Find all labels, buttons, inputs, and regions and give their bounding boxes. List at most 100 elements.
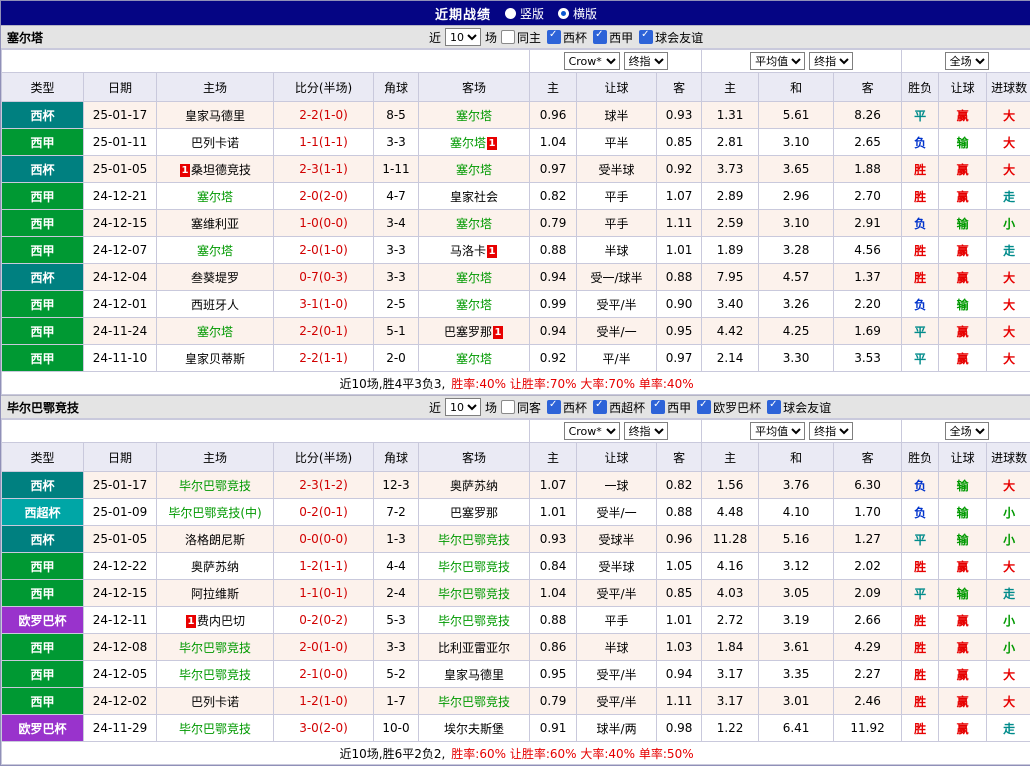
home-team-link[interactable]: 塞尔塔: [197, 190, 233, 204]
home-team-link[interactable]: 叁葵堤罗: [191, 271, 239, 285]
win-loss-result: 负: [902, 472, 939, 499]
away-team-link[interactable]: 塞尔塔: [450, 136, 486, 150]
away-team-link[interactable]: 巴塞罗那: [450, 506, 498, 520]
filter-checkbox[interactable]: 同主: [501, 29, 541, 46]
home-team-link[interactable]: 毕尔巴鄂竞技: [179, 722, 251, 736]
away-team-link[interactable]: 毕尔巴鄂竞技: [438, 560, 510, 574]
score-link[interactable]: 3-1(1-0): [274, 291, 374, 318]
asian-time-select[interactable]: 终指: [624, 52, 668, 70]
red-card-badge: 1: [487, 245, 497, 258]
away-team-link[interactable]: 埃尔夫斯堡: [444, 722, 504, 736]
score-link[interactable]: 2-2(0-1): [274, 318, 374, 345]
filter-checkbox[interactable]: 西甲: [651, 399, 691, 416]
asian-time-select[interactable]: 终指: [624, 422, 668, 440]
home-team-link[interactable]: 毕尔巴鄂竞技: [179, 668, 251, 682]
home-team-link[interactable]: 塞尔塔: [197, 325, 233, 339]
away-team-link[interactable]: 毕尔巴鄂竞技: [438, 614, 510, 628]
home-team-link[interactable]: 奥萨苏纳: [191, 560, 239, 574]
match-count-select[interactable]: 10: [445, 28, 481, 46]
score-link[interactable]: 0-0(0-0): [274, 526, 374, 553]
home-team-link[interactable]: 巴列卡诺: [191, 695, 239, 709]
score-link[interactable]: 2-2(1-1): [274, 345, 374, 372]
away-team-link[interactable]: 马洛卡: [450, 244, 486, 258]
euro-draw-odds: 3.12: [759, 553, 834, 580]
away-team-link[interactable]: 巴塞罗那: [444, 325, 492, 339]
away-team-link[interactable]: 塞尔塔: [456, 163, 492, 177]
team-name-link[interactable]: 塞尔塔: [7, 29, 43, 46]
away-team-link[interactable]: 比利亚雷亚尔: [438, 641, 510, 655]
scope-select[interactable]: 全场: [945, 422, 989, 440]
euro-type-select[interactable]: 平均值: [750, 52, 805, 70]
away-team-link[interactable]: 塞尔塔: [456, 352, 492, 366]
home-team-link[interactable]: 塞维利亚: [191, 217, 239, 231]
away-team-link[interactable]: 塞尔塔: [456, 217, 492, 231]
score-link[interactable]: 1-1(0-1): [274, 580, 374, 607]
home-team-link[interactable]: 巴列卡诺: [191, 136, 239, 150]
away-team-link[interactable]: 塞尔塔: [456, 298, 492, 312]
match-date: 24-11-29: [84, 715, 157, 742]
asian-home-odds: 0.86: [530, 634, 577, 661]
match-count-select[interactable]: 10: [445, 398, 481, 416]
away-team-link[interactable]: 毕尔巴鄂竞技: [438, 695, 510, 709]
euro-away-odds: 8.26: [834, 102, 902, 129]
red-card-badge: 1: [487, 137, 497, 150]
filter-checkbox[interactable]: 球会友谊: [767, 399, 831, 416]
home-team-link[interactable]: 毕尔巴鄂竞技: [179, 641, 251, 655]
away-team-link[interactable]: 皇家马德里: [444, 668, 504, 682]
home-team-link[interactable]: 皇家贝蒂斯: [185, 352, 245, 366]
match-row: 西超杯25-01-09毕尔巴鄂竞技(中)0-2(0-1)7-2巴塞罗那1.01受…: [2, 499, 1030, 526]
filter-checkbox[interactable]: 同客: [501, 399, 541, 416]
euro-time-select[interactable]: 终指: [809, 422, 853, 440]
away-team-link[interactable]: 奥萨苏纳: [450, 479, 498, 493]
team-name-link[interactable]: 毕尔巴鄂竞技: [7, 399, 79, 416]
score-link[interactable]: 2-0(1-0): [274, 237, 374, 264]
away-team-link[interactable]: 塞尔塔: [456, 109, 492, 123]
away-team-link[interactable]: 皇家社会: [450, 190, 498, 204]
score-link[interactable]: 2-0(1-0): [274, 634, 374, 661]
home-team-link[interactable]: 毕尔巴鄂竞技(中): [168, 506, 261, 520]
score-link[interactable]: 3-0(2-0): [274, 715, 374, 742]
filter-checkbox[interactable]: 西甲: [593, 29, 633, 46]
score-link[interactable]: 0-2(0-1): [274, 499, 374, 526]
away-team-link[interactable]: 毕尔巴鄂竞技: [438, 587, 510, 601]
score-link[interactable]: 1-2(1-1): [274, 553, 374, 580]
home-team-link[interactable]: 费内巴切: [197, 614, 245, 628]
home-team-link[interactable]: 毕尔巴鄂竞技: [179, 479, 251, 493]
home-team-link[interactable]: 阿拉维斯: [191, 587, 239, 601]
score-link[interactable]: 0-2(0-2): [274, 607, 374, 634]
filter-checkbox[interactable]: 欧罗巴杯: [697, 399, 761, 416]
top-bar: 近期战绩 竖版 横版: [1, 1, 1030, 25]
scope-select[interactable]: 全场: [945, 52, 989, 70]
home-team-cell: 塞尔塔: [157, 237, 274, 264]
score-link[interactable]: 1-2(1-0): [274, 688, 374, 715]
euro-type-select[interactable]: 平均值: [750, 422, 805, 440]
filter-checkbox[interactable]: 西杯: [547, 29, 587, 46]
home-team-link[interactable]: 桑坦德竞技: [191, 163, 251, 177]
home-team-link[interactable]: 塞尔塔: [197, 244, 233, 258]
goals-result: 大: [987, 129, 1030, 156]
home-team-link[interactable]: 皇家马德里: [185, 109, 245, 123]
bookmaker-select[interactable]: Crow*: [564, 422, 620, 440]
home-team-link[interactable]: 西班牙人: [191, 298, 239, 312]
layout-option-horizontal[interactable]: 横版: [558, 5, 597, 22]
filter-checkbox[interactable]: 西杯: [547, 399, 587, 416]
score-link[interactable]: 2-3(1-1): [274, 156, 374, 183]
handicap-result: 赢: [939, 183, 987, 210]
away-team-link[interactable]: 塞尔塔: [456, 271, 492, 285]
home-team-link[interactable]: 洛格朗尼斯: [185, 533, 245, 547]
score-link[interactable]: 2-3(1-2): [274, 472, 374, 499]
score-link[interactable]: 2-2(1-0): [274, 102, 374, 129]
score-link[interactable]: 2-1(0-0): [274, 661, 374, 688]
filter-checkbox[interactable]: 球会友谊: [639, 29, 703, 46]
asian-away-odds: 1.05: [657, 553, 702, 580]
score-link[interactable]: 0-7(0-3): [274, 264, 374, 291]
score-link[interactable]: 2-0(2-0): [274, 183, 374, 210]
bookmaker-select[interactable]: Crow*: [564, 52, 620, 70]
away-team-link[interactable]: 毕尔巴鄂竞技: [438, 533, 510, 547]
layout-option-vertical[interactable]: 竖版: [505, 5, 544, 22]
score-link[interactable]: 1-0(0-0): [274, 210, 374, 237]
euro-draw-odds: 6.41: [759, 715, 834, 742]
score-link[interactable]: 1-1(1-1): [274, 129, 374, 156]
euro-time-select[interactable]: 终指: [809, 52, 853, 70]
filter-checkbox[interactable]: 西超杯: [593, 399, 645, 416]
